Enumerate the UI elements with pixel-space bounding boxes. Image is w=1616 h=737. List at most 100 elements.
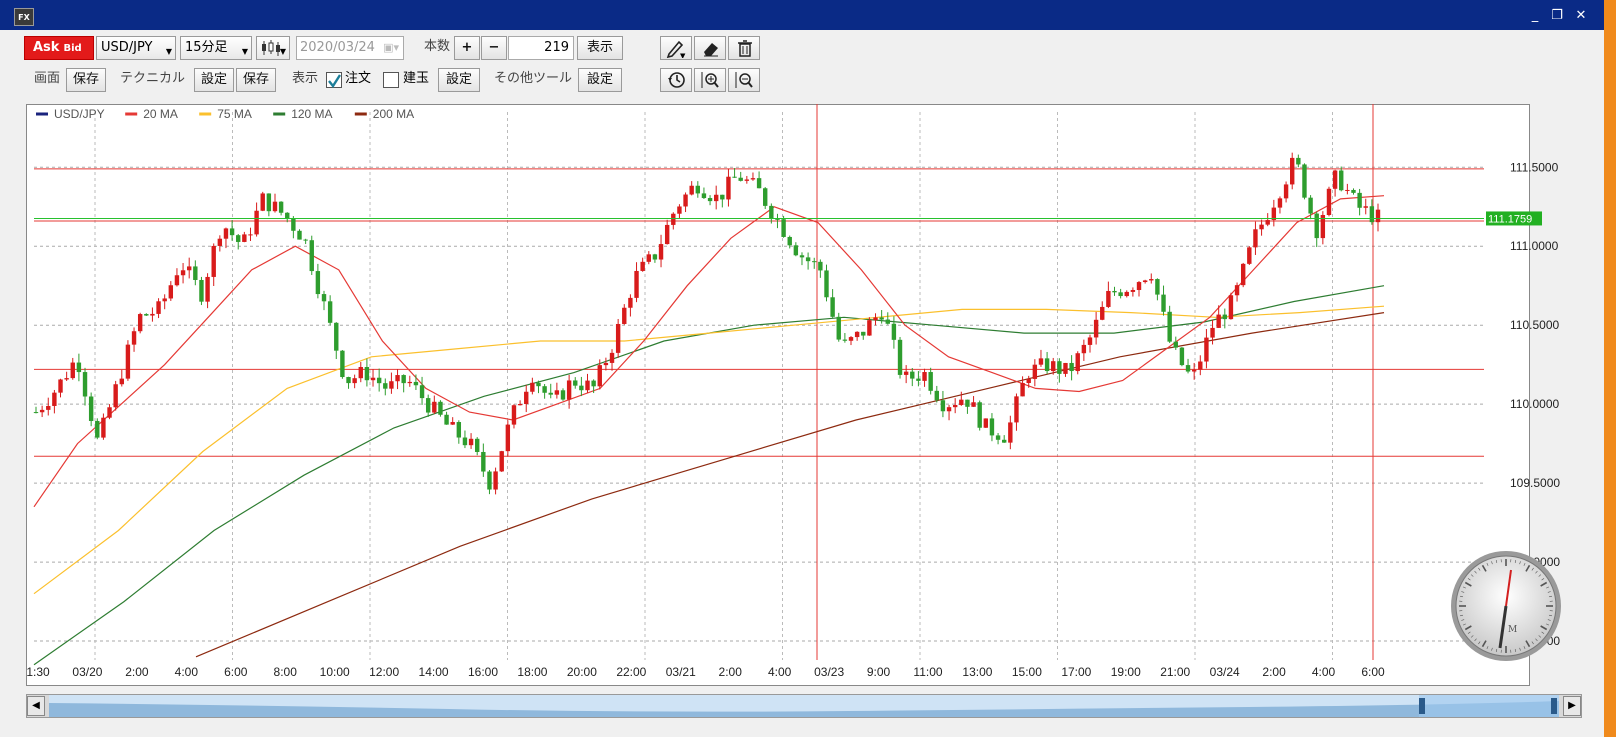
candle-body (401, 375, 406, 384)
svg-text:▼: ▼ (680, 52, 686, 58)
other-tools-setting-button[interactable]: 設定 (578, 68, 622, 92)
zoom-in-icon (701, 72, 719, 88)
candle-body (873, 317, 878, 321)
pen-tool-button[interactable]: ▼ (660, 36, 692, 60)
candle-body (1112, 290, 1117, 293)
candle-body (689, 185, 694, 195)
chart-scrollbar[interactable]: ◀ ▶ (26, 694, 1582, 718)
candle-body (701, 193, 707, 199)
candle-body (1363, 206, 1368, 208)
date-value: 2020/03/24 (300, 40, 375, 55)
count-plus-button[interactable]: + (454, 36, 480, 60)
count-input[interactable]: 219 (508, 36, 574, 60)
candle-body (1290, 157, 1295, 185)
candle-body (462, 437, 468, 446)
candle-body (732, 176, 737, 178)
overview-strip (49, 695, 1559, 717)
candle-body (137, 314, 143, 332)
candle-body (1167, 311, 1172, 342)
zoom-out-icon (735, 72, 753, 88)
candle-body (456, 422, 462, 438)
fx-app-icon: FX (14, 8, 34, 26)
candle-body (787, 236, 792, 246)
zoom-out-button[interactable] (728, 68, 760, 92)
candle-body (615, 323, 621, 353)
range-handle-right[interactable] (1551, 698, 1557, 714)
candle-body (1155, 279, 1160, 295)
x-tick-label: 2:00 (125, 665, 149, 679)
scroll-left-arrow-icon[interactable]: ◀ (27, 696, 45, 716)
clock-widget: M (1451, 551, 1561, 661)
order-checkbox[interactable] (326, 72, 342, 89)
timeframe-dropdown[interactable]: 15分足 ▼ (180, 36, 252, 60)
ma120-line (33, 285, 1385, 666)
y-tick-label: 109.5000 (1510, 476, 1560, 490)
screen-save-button[interactable]: 保存 (66, 68, 106, 92)
date-picker[interactable]: 2020/03/24 ▣▾ (296, 36, 404, 60)
technical-save-button[interactable]: 保存 (236, 68, 276, 92)
zoom-in-button[interactable] (694, 68, 726, 92)
scroll-right-arrow-icon[interactable]: ▶ (1563, 696, 1581, 716)
candle-body (916, 378, 921, 381)
history-button[interactable] (660, 68, 692, 92)
candle-body (744, 179, 750, 181)
candle-body (1020, 382, 1025, 397)
candle-body (603, 362, 609, 366)
minimize-button[interactable]: _ (1528, 9, 1542, 23)
candle-body (524, 391, 529, 404)
dropdown-arrow-icon: ▼ (165, 47, 172, 56)
candle-body (677, 206, 682, 214)
candle-body (1149, 279, 1154, 281)
symbol-dropdown[interactable]: USD/JPY ▼ (96, 36, 176, 60)
x-tick-label: 4:00 (175, 665, 199, 679)
screen-label: 画面 (34, 71, 61, 86)
candle-body (965, 399, 970, 407)
y-tick-label: 111.0000 (1510, 239, 1559, 253)
candlestick-icon (262, 40, 280, 56)
candle-body (1332, 170, 1338, 189)
candle-body (199, 279, 204, 302)
candle-body (156, 301, 161, 314)
technical-setting-button[interactable]: 設定 (194, 68, 234, 92)
range-handle-left[interactable] (1419, 698, 1425, 714)
x-tick-label: 15:00 (1012, 665, 1042, 679)
close-button[interactable]: ✕ (1574, 9, 1588, 23)
candle-body (995, 435, 1001, 440)
candle-body (1357, 192, 1362, 208)
settings-toolbar: 画面 保存 テクニカル 設定 保存 表示 注文 建玉 設定 その他ツール 設定 (0, 68, 1604, 98)
show-button[interactable]: 表示 (577, 36, 623, 60)
position-checkbox[interactable] (383, 72, 399, 88)
x-tick-label: 21:00 (1160, 665, 1190, 679)
candle-body (652, 254, 658, 260)
candle-body (186, 266, 192, 271)
ask-bid-toggle[interactable]: Ask Bid (24, 36, 94, 60)
candle-body (566, 380, 572, 400)
title-bar[interactable]: FX _ ❐ ✕ (0, 0, 1604, 30)
candle-body (1308, 197, 1313, 214)
candle-body (1204, 337, 1209, 362)
chart-window: FX _ ❐ ✕ Ask Bid USD/JPY ▼ 15分足 ▼ ▼ 2020/03… (0, 0, 1604, 737)
candle-body (1265, 220, 1270, 225)
candle-body (867, 320, 872, 336)
candle-body (554, 390, 560, 395)
restore-button[interactable]: ❐ (1550, 9, 1564, 23)
candle-body (1375, 209, 1381, 223)
bid-label: Bid (63, 43, 82, 54)
x-tick-label: 10:00 (320, 665, 350, 679)
legend-label: 200 MA (373, 107, 414, 121)
price-chart[interactable]: 111.5000 111.0000 110.5000 110.0000 109.5000… (26, 104, 1586, 690)
eraser-button[interactable] (694, 36, 726, 60)
count-minus-button[interactable]: − (481, 36, 507, 60)
candle-body (1124, 291, 1129, 297)
chart-type-dropdown[interactable]: ▼ (256, 36, 290, 60)
candle-body (174, 275, 180, 286)
candle-body (763, 188, 768, 206)
candle-body (1296, 157, 1301, 165)
candle-body (922, 372, 927, 381)
candle-body (395, 375, 400, 382)
delete-drawings-button[interactable] (728, 36, 760, 60)
candle-body (144, 314, 149, 316)
display-setting-button[interactable]: 設定 (438, 68, 480, 92)
candle-body (1216, 314, 1221, 328)
candle-body (229, 228, 235, 236)
